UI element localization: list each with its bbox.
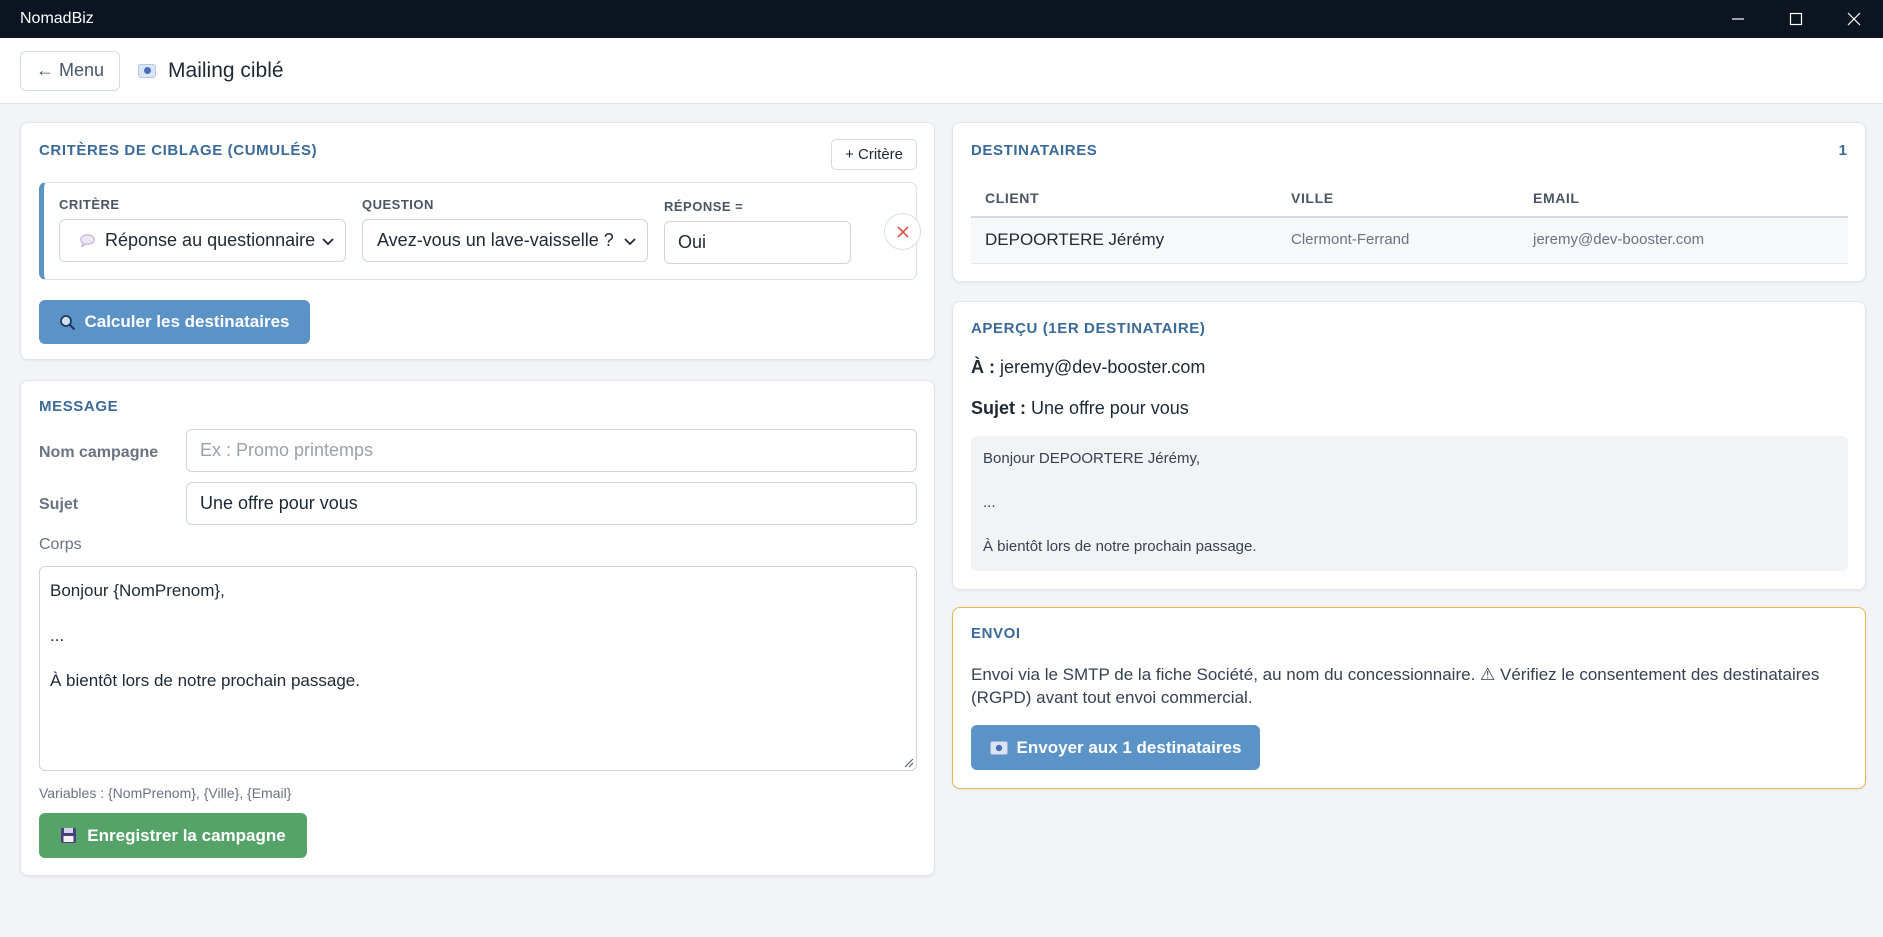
preview-body-line: Bonjour DEPOORTERE Jérémy, — [983, 450, 1201, 467]
page-title: Mailing ciblé — [168, 58, 284, 82]
message-title: Message — [39, 398, 119, 415]
variables-hint: Variables : {NomPrenom}, {Ville}, {Email… — [39, 785, 292, 801]
minimize-icon — [1732, 18, 1744, 20]
close-icon — [896, 225, 909, 238]
preview-body: Bonjour DEPOORTERE Jérémy, ... À bientôt… — [971, 436, 1848, 571]
recipients-title: Destinataires — [971, 142, 1098, 159]
mail-icon — [989, 740, 1008, 755]
cell-client: DEPOORTERE Jérémy — [985, 230, 1165, 249]
body-line: Bonjour {NomPrenom}, — [50, 581, 225, 600]
send-button-label: Envoyer aux 1 destinataires — [1016, 737, 1242, 757]
table-row[interactable]: DEPOORTERE Jérémy Clermont-Ferrand jerem… — [971, 218, 1848, 264]
preview-body-line: ... — [983, 494, 996, 511]
preview-body-line: À bientôt lors de notre prochain passage… — [983, 538, 1257, 555]
send-card: Envoi Envoi via le SMTP de la fiche Soci… — [952, 607, 1866, 789]
chevron-down-icon — [322, 238, 334, 246]
chevron-down-icon — [624, 238, 636, 246]
page-header: ← Menu Mailing ciblé — [0, 38, 1883, 104]
calculate-recipients-label: Calculer les destinataires — [84, 312, 290, 331]
recipients-card: Destinataires 1 Client Ville Email DEPOO… — [952, 122, 1866, 282]
calculate-recipients-button[interactable]: Calculer les destinataires — [39, 300, 310, 344]
preview-subject: Sujet : Une offre pour vous — [971, 398, 1189, 419]
maximize-icon — [1789, 12, 1803, 26]
column-header-email: Email — [1533, 190, 1580, 206]
body-label: Corps — [39, 536, 82, 553]
preview-to: À : jeremy@dev-booster.com — [971, 357, 1205, 378]
campaign-name-label: Nom campagne — [39, 444, 159, 461]
window-title: NomadBiz — [20, 10, 94, 27]
save-campaign-label: Enregistrer la campagne — [87, 825, 286, 845]
magnifier-icon — [60, 314, 76, 330]
criterion-label: Critère — [59, 197, 120, 212]
subject-label: Sujet — [39, 496, 79, 513]
body-line: À bientôt lors de notre prochain passage… — [50, 671, 360, 690]
criteria-card: Critères de ciblage (cumulés) + Critère … — [20, 122, 935, 360]
send-notice: Envoi via le SMTP de la fiche Société, a… — [971, 665, 1820, 707]
mail-icon — [138, 63, 157, 78]
preview-to-value: jeremy@dev-booster.com — [1000, 357, 1206, 377]
preview-subject-value: Une offre pour vous — [1031, 398, 1189, 418]
maximize-button[interactable] — [1767, 0, 1825, 38]
back-menu-button[interactable]: ← Menu — [20, 50, 121, 91]
send-button[interactable]: Envoyer aux 1 destinataires — [971, 725, 1260, 770]
floppy-disk-icon — [61, 828, 77, 843]
send-title: Envoi — [971, 625, 1021, 642]
preview-card: Aperçu (1er destinataire) À : jeremy@dev… — [952, 301, 1866, 590]
question-label: Question — [362, 197, 434, 212]
resize-grip-icon[interactable] — [904, 758, 914, 768]
criterion-select-value: Réponse au questionnaire — [105, 230, 316, 250]
answer-label: Réponse = — [664, 199, 744, 214]
column-header-client: Client — [985, 190, 1040, 206]
criterion-select[interactable]: Réponse au questionnaire — [59, 219, 346, 262]
body-line: ... — [50, 626, 65, 645]
table-header: Client Ville Email — [971, 180, 1848, 218]
add-criterion-button[interactable]: + Critère — [831, 139, 917, 170]
subject-input[interactable]: Une offre pour vous — [186, 482, 917, 525]
question-select[interactable]: Avez-vous un lave-vaisselle ? — [362, 219, 648, 262]
speech-bubble-icon — [80, 234, 95, 247]
remove-criterion-button[interactable] — [884, 213, 921, 250]
body-textarea[interactable]: Bonjour {NomPrenom}, ... À bientôt lors … — [39, 566, 917, 771]
question-select-value: Avez-vous un lave-vaisselle ? — [377, 230, 614, 250]
close-icon — [1847, 12, 1861, 26]
preview-subject-label: Sujet : — [971, 398, 1027, 418]
window-titlebar: NomadBiz — [0, 0, 1883, 38]
preview-title: Aperçu (1er destinataire) — [971, 320, 1206, 337]
message-card: Message Nom campagne Ex : Promo printemp… — [20, 380, 935, 876]
cell-ville: Clermont-Ferrand — [1291, 231, 1410, 248]
recipients-count: 1 — [1838, 142, 1847, 159]
preview-to-label: À : — [971, 357, 995, 377]
recipients-table: Client Ville Email DEPOORTERE Jérémy Cle… — [971, 180, 1848, 264]
minimize-button[interactable] — [1709, 0, 1767, 38]
close-window-button[interactable] — [1825, 0, 1883, 38]
criterion-row: Critère Question Réponse = Réponse au qu… — [39, 182, 921, 280]
answer-input[interactable]: Oui — [664, 221, 851, 264]
cell-email: jeremy@dev-booster.com — [1533, 231, 1705, 248]
criteria-title: Critères de ciblage (cumulés) — [39, 142, 318, 159]
column-header-ville: Ville — [1291, 190, 1334, 206]
save-campaign-button[interactable]: Enregistrer la campagne — [39, 813, 307, 858]
campaign-name-input[interactable]: Ex : Promo printemps — [186, 429, 917, 472]
